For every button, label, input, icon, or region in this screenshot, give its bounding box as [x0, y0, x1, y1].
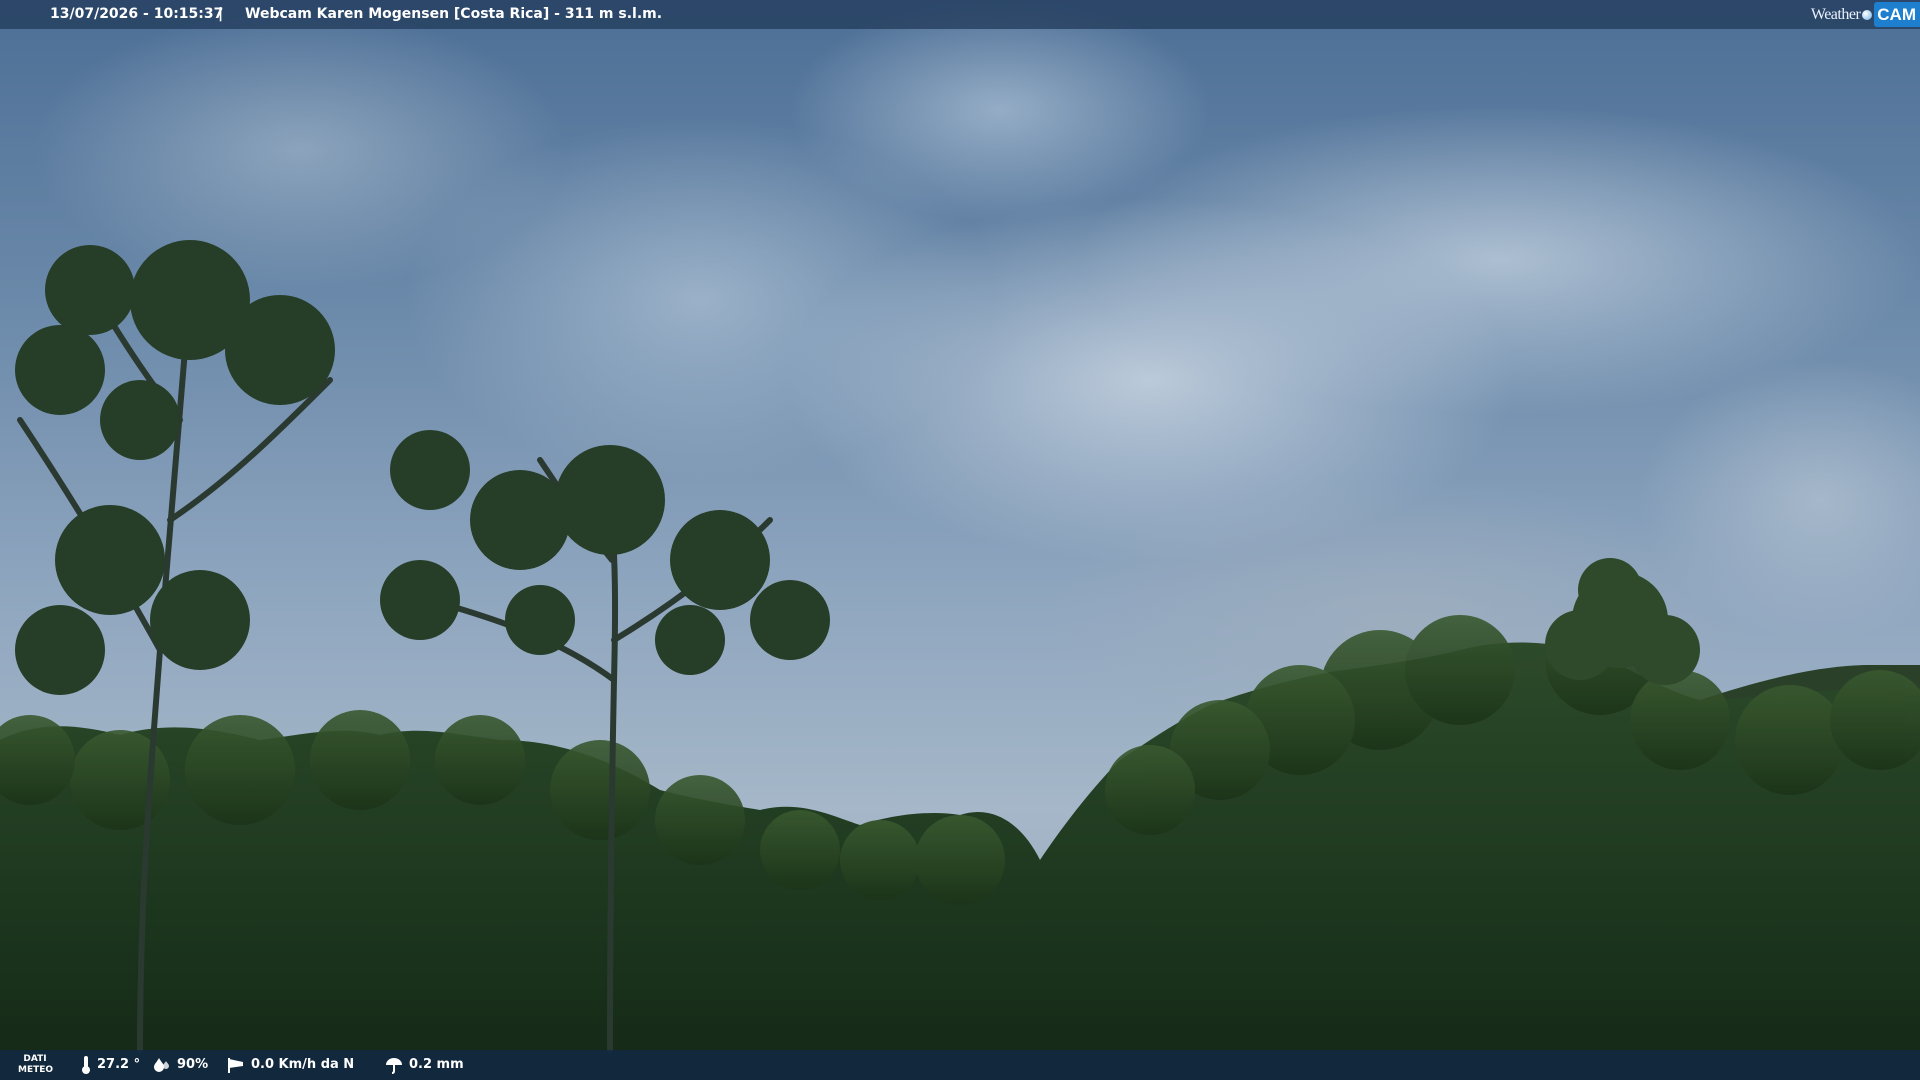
rain-value: 0.2 mm — [409, 1057, 464, 1072]
wind-reading: 0.0 Km/h da N — [226, 1050, 354, 1080]
wind-value: 0.0 Km/h da N — [251, 1057, 355, 1072]
weather-data-bar: DATI METEO 27.2 ° 90% 0.0 Km/h da N 0.2 … — [0, 1050, 1920, 1080]
weather-data-label-line2: METEO — [18, 1065, 54, 1075]
forest-landscape — [0, 240, 1920, 1080]
temperature-value: 27.2 ° — [97, 1057, 141, 1072]
logo-sun-icon — [1862, 9, 1873, 20]
thermometer-icon — [82, 1056, 90, 1074]
weather-data-label: DATI METEO — [18, 1054, 54, 1076]
temperature-reading: 27.2 ° — [80, 1050, 140, 1080]
webcam-title: Webcam Karen Mogensen [Costa Rica] - 311… — [245, 6, 663, 22]
logo-cam-text: CAM — [1874, 2, 1920, 27]
timestamp: 13/07/2026 - 10:15:37 — [50, 6, 224, 22]
humidity-value: 90% — [177, 1057, 209, 1072]
wind-sock-icon — [228, 1058, 243, 1073]
webcam-frame: 13/07/2026 - 10:15:37 | Webcam Karen Mog… — [0, 0, 1920, 1080]
header-separator: | — [218, 6, 224, 22]
rain-umbrella-icon — [386, 1058, 402, 1074]
webcam-image — [0, 0, 1920, 1080]
humidity-reading: 90% — [152, 1050, 208, 1080]
logo-weather-text: Weather — [1810, 6, 1861, 23]
weathercam-logo[interactable]: Weather CAM — [1811, 0, 1920, 29]
humidity-drop-icon — [154, 1058, 169, 1072]
webcam-header-bar: 13/07/2026 - 10:15:37 | Webcam Karen Mog… — [0, 0, 1920, 29]
rain-reading: 0.2 mm — [384, 1050, 464, 1080]
weather-data-label-line1: DATI — [23, 1054, 47, 1064]
